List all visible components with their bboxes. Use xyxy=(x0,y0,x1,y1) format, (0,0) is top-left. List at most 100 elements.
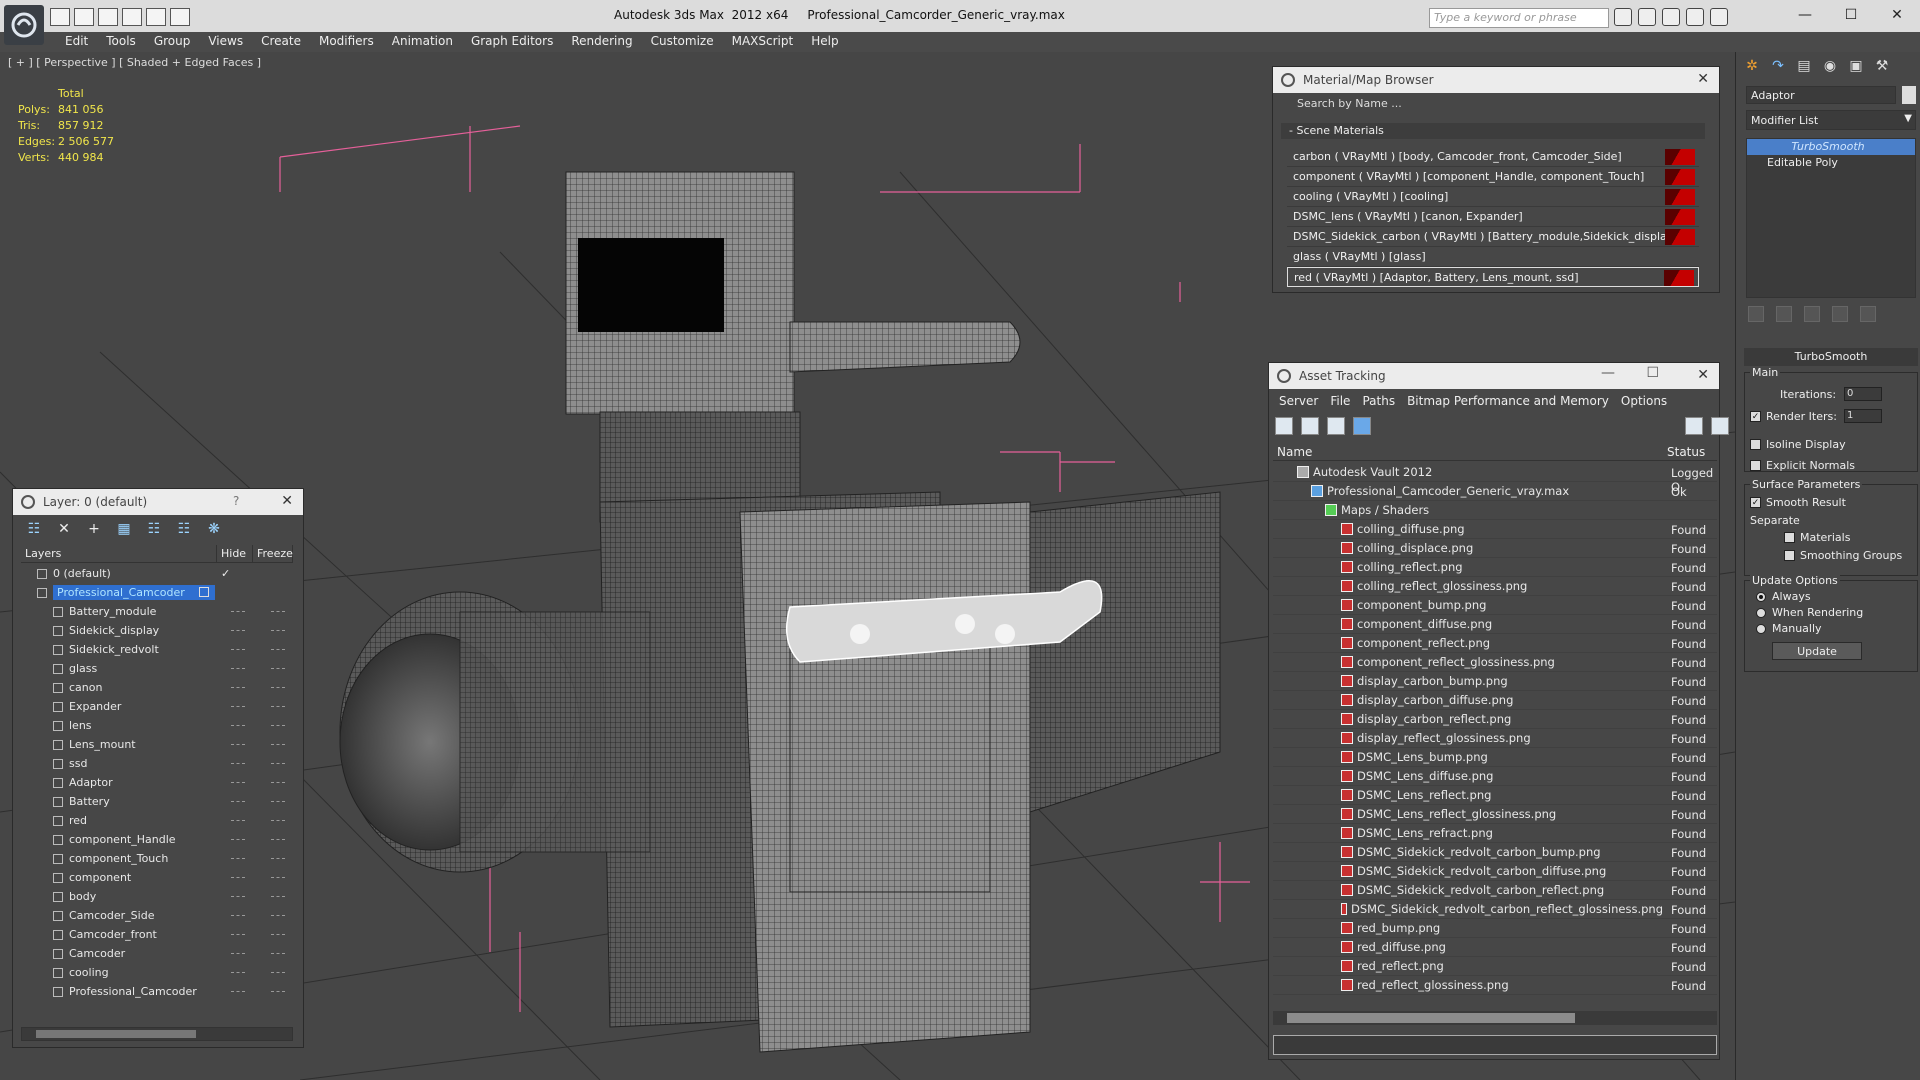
smoothing-groups-checkbox[interactable] xyxy=(1784,550,1795,561)
freeze-toggle[interactable] xyxy=(271,763,285,764)
freeze-toggle[interactable] xyxy=(271,877,285,878)
asset-horizontal-scrollbar[interactable] xyxy=(1273,1011,1717,1025)
asset-row[interactable]: display_carbon_diffuse.png Found xyxy=(1273,691,1717,710)
layer-row[interactable]: cooling xyxy=(21,963,293,982)
layer-active-box-icon[interactable] xyxy=(199,587,209,597)
make-unique-icon[interactable] xyxy=(1804,306,1820,322)
utilities-tab-icon[interactable]: ⚒ xyxy=(1872,58,1892,76)
highlight-layer-icon[interactable]: ☷ xyxy=(143,519,165,539)
asset-menu-paths[interactable]: Paths xyxy=(1358,393,1399,411)
tools-icon[interactable] xyxy=(1662,8,1680,26)
freeze-toggle[interactable] xyxy=(271,972,285,973)
hide-toggle[interactable] xyxy=(231,725,245,726)
always-radio[interactable] xyxy=(1756,592,1766,602)
pin-stack-icon[interactable] xyxy=(1748,306,1764,322)
asset-row[interactable]: display_carbon_reflect.png Found xyxy=(1273,710,1717,729)
layer-row[interactable]: Adaptor xyxy=(21,773,293,792)
hide-toggle[interactable] xyxy=(231,953,245,954)
render-iters-checkbox[interactable]: ✓ xyxy=(1750,411,1761,422)
asset-row[interactable]: DSMC_Lens_diffuse.png Found xyxy=(1273,767,1717,786)
menu-customize[interactable]: Customize xyxy=(642,32,723,52)
hide-toggle[interactable] xyxy=(231,896,245,897)
stack-item-turbosmooth[interactable]: TurboSmooth xyxy=(1747,139,1915,155)
freeze-toggle[interactable] xyxy=(271,630,285,631)
asset-row[interactable]: red_reflect.png Found xyxy=(1273,957,1717,976)
copy-icon[interactable] xyxy=(122,8,142,26)
layer-panel-close-icon[interactable]: ✕ xyxy=(281,493,293,509)
layer-row[interactable]: canon xyxy=(21,678,293,697)
layer-row[interactable]: component_Touch xyxy=(21,849,293,868)
layer-row[interactable]: Camcoder xyxy=(21,944,293,963)
maximize-button[interactable]: ☐ xyxy=(1828,0,1874,30)
hide-toggle[interactable] xyxy=(231,706,245,707)
asset-row[interactable]: display_reflect_glossiness.png Found xyxy=(1273,729,1717,748)
asset-row[interactable]: DSMC_Lens_reflect_glossiness.png Found xyxy=(1273,805,1717,824)
freeze-toggle[interactable] xyxy=(271,953,285,954)
layer-row[interactable]: Camcoder_Side xyxy=(21,906,293,925)
layer-row[interactable]: red xyxy=(21,811,293,830)
layer-row[interactable]: Professional_Camcoder xyxy=(21,583,293,602)
status-column-header[interactable]: Status xyxy=(1663,443,1709,460)
hide-toggle[interactable] xyxy=(231,630,245,631)
asset-menu-file[interactable]: File xyxy=(1326,393,1354,411)
help-icon[interactable] xyxy=(1710,8,1728,26)
object-color-swatch[interactable] xyxy=(1902,86,1916,104)
asset-row[interactable]: component_reflect.png Found xyxy=(1273,634,1717,653)
asset-row[interactable]: DSMC_Sidekick_redvolt_carbon_reflect_glo… xyxy=(1273,900,1717,919)
menu-rendering[interactable]: Rendering xyxy=(562,32,641,52)
remove-modifier-icon[interactable] xyxy=(1832,306,1848,322)
layer-help-icon[interactable]: ? xyxy=(233,494,239,508)
asset-menu-options[interactable]: Options xyxy=(1617,393,1671,411)
freeze-toggle[interactable] xyxy=(271,706,285,707)
asset-row[interactable]: DSMC_Lens_reflect.png Found xyxy=(1273,786,1717,805)
hide-toggle[interactable] xyxy=(231,820,245,821)
turbosmooth-rollout-header[interactable]: TurboSmooth xyxy=(1744,348,1918,366)
asset-menu-server[interactable]: Server xyxy=(1275,393,1322,411)
material-row[interactable]: carbon ( VRayMtl ) [body, Camcoder_front… xyxy=(1287,147,1699,167)
save-file-icon[interactable] xyxy=(74,8,94,26)
asset-row[interactable]: DSMC_Sidekick_redvolt_carbon_bump.png Fou… xyxy=(1273,843,1717,862)
display-tab-icon[interactable]: ▣ xyxy=(1846,58,1866,76)
hide-toggle[interactable] xyxy=(231,858,245,859)
stack-item-editable-poly[interactable]: Editable Poly xyxy=(1747,155,1915,171)
freeze-toggle[interactable] xyxy=(271,649,285,650)
freeze-toggle[interactable] xyxy=(271,801,285,802)
materials-checkbox[interactable] xyxy=(1784,532,1795,543)
hide-toggle[interactable] xyxy=(231,991,245,992)
delete-layer-icon[interactable]: ✕ xyxy=(53,519,75,539)
layer-row[interactable]: Lens_mount xyxy=(21,735,293,754)
layer-row[interactable]: Expander xyxy=(21,697,293,716)
hide-toggle[interactable] xyxy=(231,934,245,935)
undo-icon[interactable] xyxy=(146,8,166,26)
material-browser-close-icon[interactable]: ✕ xyxy=(1697,71,1709,87)
object-name-field[interactable]: Adaptor xyxy=(1746,86,1896,104)
asset-tracking-title[interactable]: Asset Tracking — ☐ ✕ xyxy=(1269,363,1719,389)
table-view-icon[interactable] xyxy=(1353,417,1371,435)
motion-tab-icon[interactable]: ◉ xyxy=(1820,58,1840,76)
asset-row[interactable]: DSMC_Sidekick_redvolt_carbon_reflect.png… xyxy=(1273,881,1717,900)
asset-row[interactable]: Maps / Shaders xyxy=(1273,501,1717,520)
asset-row[interactable]: component_bump.png Found xyxy=(1273,596,1717,615)
layer-row[interactable]: Battery_module xyxy=(21,602,293,621)
layer-row[interactable]: ssd xyxy=(21,754,293,773)
layer-row[interactable]: Sidekick_redvolt xyxy=(21,640,293,659)
key-icon[interactable] xyxy=(1638,8,1656,26)
asset-row[interactable]: display_carbon_bump.png Found xyxy=(1273,672,1717,691)
freeze-toggle[interactable] xyxy=(271,839,285,840)
freeze-toggle[interactable] xyxy=(271,782,285,783)
iterations-spinner[interactable]: 0 xyxy=(1844,387,1882,401)
material-row[interactable]: glass ( VRayMtl ) [glass] xyxy=(1287,247,1699,267)
hide-toggle[interactable] xyxy=(231,744,245,745)
freeze-toggle[interactable] xyxy=(271,991,285,992)
asset-menu-bitmap[interactable]: Bitmap Performance and Memory xyxy=(1403,393,1613,411)
hide-toggle[interactable] xyxy=(231,801,245,802)
menu-views[interactable]: Views xyxy=(199,32,252,52)
asset-row[interactable]: component_diffuse.png Found xyxy=(1273,615,1717,634)
layer-row[interactable]: Sidekick_display xyxy=(21,621,293,640)
hide-column-header[interactable]: Hide xyxy=(217,545,253,562)
freeze-toggle[interactable] xyxy=(271,687,285,688)
hide-toggle[interactable] xyxy=(231,611,245,612)
show-end-result-icon[interactable] xyxy=(1776,306,1792,322)
layer-row[interactable]: component xyxy=(21,868,293,887)
material-browser-title[interactable]: Material/Map Browser ✕ xyxy=(1273,67,1719,93)
